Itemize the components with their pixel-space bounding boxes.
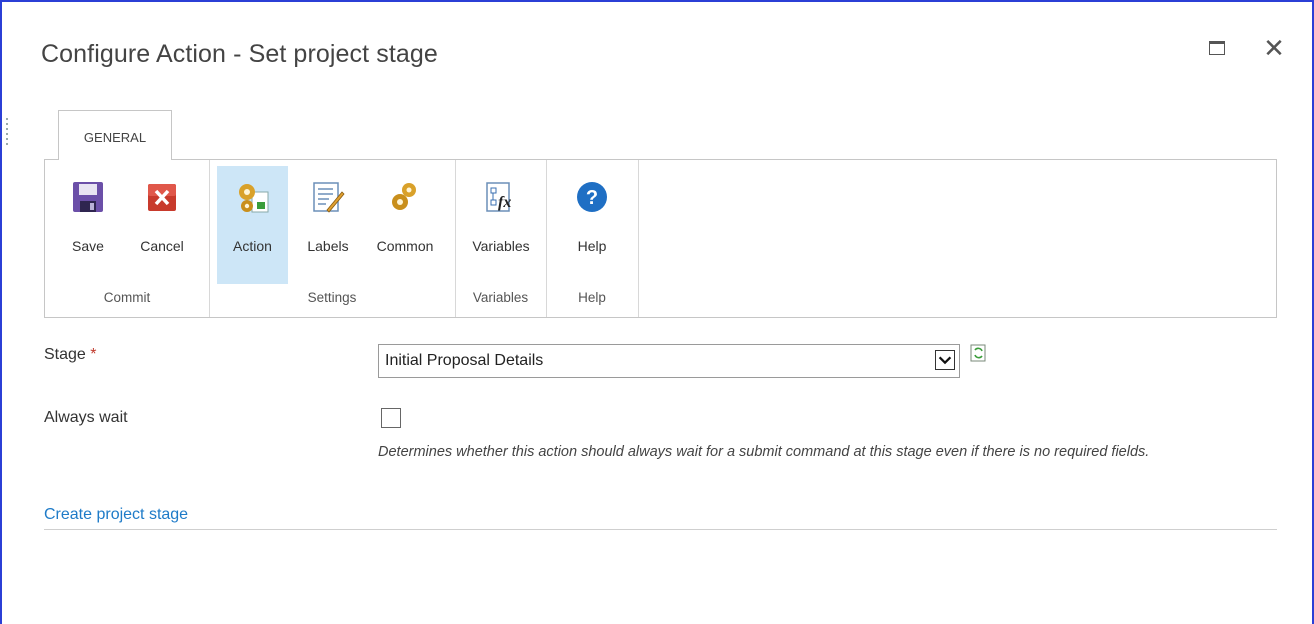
chevron-down-icon[interactable]	[935, 350, 955, 370]
help-icon: ?	[577, 182, 607, 212]
svg-text:?: ?	[586, 187, 598, 209]
group-label-commit: Commit	[103, 290, 151, 305]
divider	[44, 529, 1277, 530]
required-marker: *	[90, 346, 97, 363]
window-top-border	[0, 0, 1314, 2]
group-label-variables: Variables	[472, 290, 529, 305]
ribbon-group-variables: fx Variables Variables	[455, 160, 547, 317]
maximize-icon	[1209, 41, 1225, 55]
always-wait-checkbox[interactable]	[381, 408, 401, 428]
common-label: Common	[376, 238, 434, 254]
svg-text:fx: fx	[498, 194, 511, 211]
variables-fx-icon: fx	[486, 182, 511, 212]
window-left-border	[0, 0, 2, 624]
stage-select[interactable]: Initial Proposal Details	[378, 344, 960, 378]
ribbon-group-commit: Save Cancel Commit	[45, 160, 210, 317]
group-label-settings: Settings	[307, 290, 357, 305]
refresh-icon[interactable]	[970, 344, 988, 362]
dialog-title: Configure Action - Set project stage	[41, 40, 438, 68]
group-label-help: Help	[578, 290, 606, 305]
always-wait-label: Always wait	[44, 409, 128, 426]
ribbon: Save Cancel Commit Action Labels Common …	[44, 159, 1277, 318]
maximize-button[interactable]	[1203, 34, 1233, 64]
cancel-icon	[148, 184, 176, 211]
ribbon-group-help: ? Help Help	[546, 160, 639, 317]
action-button[interactable]: Action	[217, 166, 288, 284]
create-project-stage-link[interactable]: Create project stage	[44, 506, 188, 524]
variables-button[interactable]: fx Variables	[461, 166, 541, 284]
tab-general[interactable]: GENERAL	[58, 110, 172, 160]
common-gears-icon	[392, 183, 416, 210]
save-button[interactable]: Save	[59, 166, 117, 284]
close-button[interactable]: ✕	[1259, 34, 1289, 64]
cancel-label: Cancel	[140, 238, 184, 254]
resize-grip	[6, 118, 8, 148]
labels-label: Labels	[307, 238, 349, 254]
help-button[interactable]: ? Help	[558, 166, 626, 284]
action-gears-icon	[238, 184, 268, 213]
tab-general-label: GENERAL	[83, 130, 147, 145]
common-button[interactable]: Common	[361, 166, 449, 284]
help-button-label: Help	[577, 238, 607, 254]
stage-select-value: Initial Proposal Details	[385, 352, 544, 369]
always-wait-description: Determines whether this action should al…	[378, 444, 1150, 460]
labels-icon	[313, 182, 345, 213]
stage-label: Stage *	[44, 346, 97, 364]
save-icon	[73, 182, 103, 212]
close-icon: ✕	[1263, 33, 1285, 63]
variables-button-label: Variables	[472, 238, 530, 254]
ribbon-group-settings: Action Labels Common Settings	[209, 160, 456, 317]
labels-button[interactable]: Labels	[295, 166, 361, 284]
stage-label-text: Stage	[44, 346, 86, 363]
cancel-button[interactable]: Cancel	[129, 166, 195, 284]
save-label: Save	[72, 238, 104, 254]
action-label: Action	[233, 238, 272, 254]
